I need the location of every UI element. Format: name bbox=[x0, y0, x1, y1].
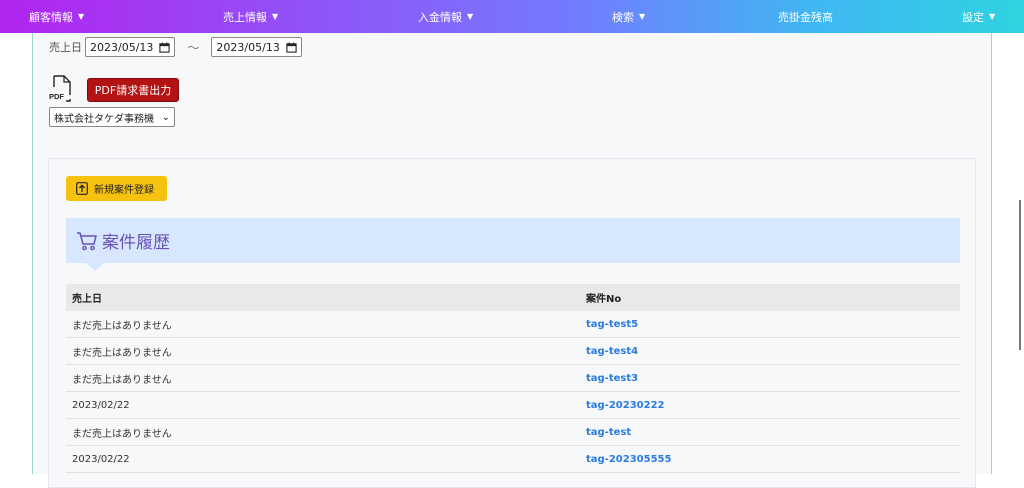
nav-label: 売掛金残高 bbox=[778, 10, 833, 24]
table-row: 2023/02/22 tag-20230222 bbox=[66, 392, 960, 419]
case-no-link[interactable]: tag-test5 bbox=[586, 319, 638, 330]
nav-label: 設定 bbox=[962, 10, 984, 24]
column-header-sales-date: 売上日 bbox=[72, 294, 102, 305]
case-no-link[interactable]: tag-test4 bbox=[586, 346, 638, 357]
case-history-table: 売上日 案件No まだ売上はありません tag-test5 まだ売上はありません… bbox=[66, 284, 960, 473]
pdf-icon-text: PDF bbox=[49, 92, 64, 101]
calendar-icon[interactable] bbox=[286, 41, 297, 53]
company-select[interactable]: 株式会社タケダ事務機 ⌄ bbox=[49, 107, 175, 127]
caret-down-icon: ▼ bbox=[639, 12, 646, 21]
upload-icon bbox=[76, 182, 88, 195]
nav-settings[interactable]: 設定 ▼ bbox=[962, 0, 995, 33]
date-to-input[interactable]: 2023/05/13 bbox=[211, 37, 302, 57]
case-card: 新規案件登録 案件履歴 売上日 案件No まだ売上はありません tag-test… bbox=[48, 158, 976, 488]
sales-date-cell: まだ売上はありません bbox=[72, 320, 172, 332]
sales-date-cell: 2023/02/22 bbox=[72, 399, 130, 411]
caret-down-icon: ▼ bbox=[467, 12, 474, 21]
new-case-label: 新規案件登録 bbox=[94, 185, 154, 196]
date-filter: 売上日 2023/05/13 ～ 2023/05/13 bbox=[49, 37, 302, 57]
caret-down-icon: ▼ bbox=[78, 12, 85, 21]
case-history-header: 案件履歴 bbox=[66, 218, 960, 271]
nav-receivable-balance[interactable]: 売掛金残高 bbox=[778, 0, 833, 33]
chevron-down-icon: ⌄ bbox=[161, 111, 170, 123]
nav-search[interactable]: 検索 ▼ bbox=[612, 0, 645, 33]
date-to-value: 2023/05/13 bbox=[216, 40, 280, 54]
case-no-link[interactable]: tag-test bbox=[586, 427, 631, 438]
case-no-link[interactable]: tag-202305555 bbox=[586, 454, 671, 465]
sales-date-cell: まだ売上はありません bbox=[72, 347, 172, 359]
date-from-value: 2023/05/13 bbox=[90, 40, 154, 54]
nav-label: 売上情報 bbox=[223, 10, 267, 24]
nav-customer-info[interactable]: 顧客情報 ▼ bbox=[29, 0, 84, 33]
nav-label: 顧客情報 bbox=[29, 10, 73, 24]
sales-date-cell: まだ売上はありません bbox=[72, 428, 172, 440]
caret-down-icon: ▼ bbox=[272, 12, 279, 21]
date-from-input[interactable]: 2023/05/13 bbox=[85, 37, 176, 57]
table-row: 2023/02/22 tag-202305555 bbox=[66, 446, 960, 473]
case-no-link[interactable]: tag-test3 bbox=[586, 373, 638, 384]
main-container: 売上日 2023/05/13 ～ 2023/05/13 PDF PDF請求書出力… bbox=[32, 33, 992, 488]
new-case-register-button[interactable]: 新規案件登録 bbox=[66, 176, 167, 201]
pdf-invoice-button[interactable]: PDF請求書出力 bbox=[87, 78, 179, 102]
sales-date-label: 売上日 bbox=[49, 41, 82, 54]
pdf-file-icon: PDF bbox=[49, 75, 71, 102]
nav-payment-info[interactable]: 入金情報 ▼ bbox=[418, 0, 473, 33]
nav-sales-info[interactable]: 売上情報 ▼ bbox=[223, 0, 278, 33]
table-row: まだ売上はありません tag-test3 bbox=[66, 365, 960, 392]
cart-icon bbox=[77, 231, 97, 250]
page-scrollbar[interactable] bbox=[1019, 200, 1021, 350]
table-row: まだ売上はありません tag-test bbox=[66, 419, 960, 446]
caret-down-icon: ▼ bbox=[989, 12, 996, 21]
top-navigation: 顧客情報 ▼ 売上情報 ▼ 入金情報 ▼ 検索 ▼ 売掛金残高 設定 ▼ bbox=[0, 0, 1024, 33]
case-history-title: 案件履歴 bbox=[102, 233, 170, 253]
nav-label: 入金情報 bbox=[418, 10, 462, 24]
sales-date-cell: 2023/02/22 bbox=[72, 453, 130, 465]
table-row: まだ売上はありません tag-test5 bbox=[66, 311, 960, 338]
case-no-link[interactable]: tag-20230222 bbox=[586, 400, 665, 411]
column-header-case-no: 案件No bbox=[586, 294, 622, 305]
date-range-separator: ～ bbox=[187, 40, 200, 55]
company-select-value: 株式会社タケダ事務機 bbox=[54, 113, 154, 125]
table-row: まだ売上はありません tag-test4 bbox=[66, 338, 960, 365]
calendar-icon[interactable] bbox=[159, 41, 171, 53]
table-header: 売上日 案件No bbox=[66, 284, 960, 311]
nav-label: 検索 bbox=[612, 10, 634, 24]
sales-date-cell: まだ売上はありません bbox=[72, 374, 172, 386]
